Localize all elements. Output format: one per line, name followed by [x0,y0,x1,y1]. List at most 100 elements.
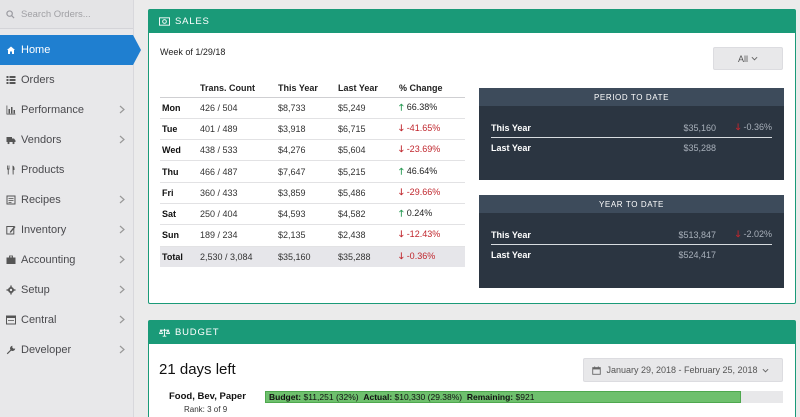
actual-label: Actual: [363,392,393,402]
last-year-cell: $35,288 [336,246,397,268]
change-value: -0.36% [406,250,436,261]
sidebar-item-recipes[interactable]: Recipes [0,185,133,215]
change-cell: 🡑 0.24% [397,203,465,226]
trans-count-cell: 250 / 404 [198,203,276,226]
budget-value: $11,251 (32%) [303,392,359,402]
day-cell: Mon [160,97,198,119]
trans-count-cell: 438 / 533 [198,139,276,162]
row-value: $35,160 [683,122,716,133]
filter-label: All [737,53,748,64]
period-to-date-card: PERIOD TO DATE This Year $35,160 🡓 -0.36%… [479,88,784,180]
column-header: This Year [276,80,336,98]
arrow-down-icon: 🡓 [735,121,741,132]
sidebar-item-home[interactable]: Home [0,35,141,65]
sidebar-item-developer[interactable]: Developer [0,335,133,365]
sidebar-item-orders[interactable]: Orders [0,65,133,95]
row-label: This Year [491,122,531,133]
arrow-down-icon: 🡓 [399,144,404,155]
day-cell: Total [160,246,198,268]
sidebar-item-label: Products [21,164,65,176]
sidebar-item-performance[interactable]: Performance [0,95,133,125]
change-cell: 🡑 46.64% [397,160,465,183]
last-year-row: Last Year $524,417 [491,245,772,265]
sidebar-item-label: Recipes [21,194,61,206]
day-cell: Sat [160,203,198,226]
last-year-cell: $2,438 [336,224,397,247]
arrow-up-icon: 🡑 [399,101,404,112]
search-bar [0,0,133,29]
day-cell: Sun [160,224,198,247]
chevron-down-icon [762,368,769,372]
last-year-cell: $5,486 [336,182,397,204]
panel-title: BUDGET [175,327,220,338]
card-title: PERIOD TO DATE [479,88,784,106]
chevron-right-icon [119,135,125,144]
search-input[interactable] [21,8,121,20]
sidebar-item-products[interactable]: Products [0,155,133,185]
arrow-down-icon: 🡓 [399,229,404,240]
row-value: $35,288 [683,143,716,153]
week-label: Week of 1/29/18 [160,47,226,57]
chevron-down-icon [751,56,758,61]
table-total-row: Total 2,530 / 3,084 $35,160 $35,288 🡓 -0.… [160,246,465,268]
sidebar-nav: Home Orders Performance Vendors Products… [0,35,141,365]
column-header: % Change [397,80,465,98]
this-year-cell: $4,276 [276,139,336,162]
chevron-right-icon [119,225,125,234]
sidebar-item-setup[interactable]: Setup [0,275,133,305]
budget-panel: BUDGET 21 days left January 29, 2018 - F… [148,320,796,417]
row-label: This Year [491,229,531,240]
last-year-cell: $4,582 [336,203,397,226]
table-row: Sun 189 / 234 $2,135 $2,438 🡓 -12.43% [160,224,465,247]
filter-dropdown-button[interactable]: All [713,47,783,70]
sidebar-item-label: Performance [21,104,84,116]
this-year-cell: $3,859 [276,182,336,204]
row-label: Last Year [491,250,531,260]
wrench-icon [5,345,16,356]
table-row: Thu 466 / 487 $7,647 $5,215 🡑 46.64% [160,160,465,183]
chevron-right-icon [119,105,125,114]
remaining-label: Remaining: [466,392,514,402]
change-cell: 🡑 66.38% [397,97,465,119]
this-year-cell: $7,647 [276,160,336,183]
this-year-cell: $3,918 [276,118,336,141]
column-header: Last Year [336,80,397,98]
recipe-icon [5,195,16,206]
sidebar-item-vendors[interactable]: Vendors [0,125,133,155]
table-header-row: Trans. Count This Year Last Year % Chang… [160,80,465,98]
day-cell: Wed [160,139,198,162]
chevron-right-icon [119,345,125,354]
change-value: 66.38% [406,101,438,112]
date-range-label: January 29, 2018 - February 25, 2018 [606,365,758,375]
year-to-date-card: YEAR TO DATE This Year $513,847 🡓 -2.02% … [479,195,784,288]
sidebar-item-label: Home [21,44,51,56]
day-cell: Thu [160,160,198,183]
sales-table: Trans. Count This Year Last Year % Chang… [160,80,465,268]
sidebar-item-central[interactable]: Central [0,305,133,335]
change-cell: 🡓 -0.36% [397,246,465,268]
sidebar-item-accounting[interactable]: Accounting [0,245,133,275]
budget-progress-text: Budget: $11,251 (32%) Actual: $10,330 (2… [269,392,534,402]
home-icon [5,45,16,56]
chevron-right-icon [119,255,125,264]
arrow-down-icon: 🡓 [399,250,404,261]
arrow-down-icon: 🡓 [735,228,741,239]
days-left-label: 21 days left [159,361,236,378]
bar-chart-icon [5,105,16,116]
sidebar: Home Orders Performance Vendors Products… [0,0,141,417]
change-value: 46.64% [406,165,438,176]
date-range-button[interactable]: January 29, 2018 - February 25, 2018 [583,358,783,382]
table-row: Wed 438 / 533 $4,276 $5,604 🡓 -23.69% [160,139,465,162]
this-year-cell: $8,733 [276,97,336,119]
sidebar-item-label: Setup [21,284,50,296]
change-value: -29.66% [406,186,441,197]
sidebar-item-inventory[interactable]: Inventory [0,215,133,245]
money-icon [159,17,170,26]
list-icon [5,75,16,86]
change-value: -23.69% [406,144,441,155]
change-value: -12.43% [406,229,441,240]
trans-count-cell: 401 / 489 [198,118,276,141]
change-cell: 🡓 -12.43% [397,224,465,247]
budget-progress-bar: Budget: $11,251 (32%) Actual: $10,330 (2… [265,391,783,403]
utensils-icon [5,165,16,176]
